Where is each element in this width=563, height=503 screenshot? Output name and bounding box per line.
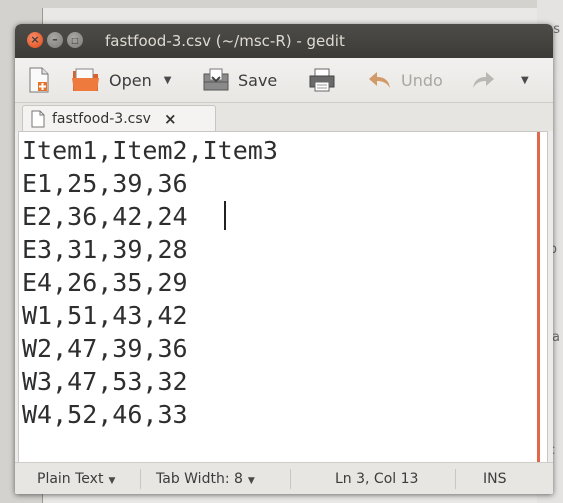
cursor-position: Ln 3, Col 13 [335, 471, 418, 487]
insert-mode-label: INS [483, 471, 507, 487]
chevron-down-icon: ▼ [247, 476, 255, 486]
editor-line: E3,31,39,28 [22, 235, 188, 264]
close-icon: × [30, 33, 40, 46]
insert-mode-indicator[interactable]: INS [483, 471, 507, 487]
text-cursor [224, 201, 226, 230]
text-editor[interactable]: Item1,Item2,Item3 E1,25,39,36 E2,36,42,2… [18, 131, 548, 463]
close-window-button[interactable]: × [27, 32, 43, 48]
status-separator [290, 469, 291, 489]
open-folder-icon [72, 68, 99, 91]
print-icon [309, 68, 335, 92]
editor-line: W2,47,39,36 [22, 334, 188, 363]
minimize-icon: – [52, 33, 58, 46]
new-document-button[interactable] [29, 66, 49, 94]
open-label: Open [109, 70, 152, 90]
print-button[interactable] [308, 66, 336, 94]
tab-label: fastfood-3.csv [52, 111, 151, 127]
tab-fastfood-3[interactable]: fastfood-3.csv × [22, 105, 216, 132]
new-document-icon [29, 67, 49, 93]
editor-line: E2,36,42,24 [22, 202, 188, 231]
window-title: fastfood-3.csv (~/msc-R) - gedit [105, 32, 345, 50]
editor-line: Item1,Item2,Item3 [22, 136, 278, 165]
title-bar[interactable]: × – □ fastfood-3.csv (~/msc-R) - gedit [15, 24, 553, 58]
minimize-window-button[interactable]: – [47, 32, 63, 48]
chevron-down-icon: ▼ [521, 74, 529, 86]
redo-button[interactable] [470, 66, 496, 94]
right-margin-line [537, 132, 540, 462]
language-selector[interactable]: Plain Text ▼ [37, 471, 115, 487]
undo-button[interactable]: Undo [367, 66, 443, 94]
open-button[interactable]: Open ▼ [71, 66, 171, 94]
editor-line: W1,51,43,42 [22, 301, 188, 330]
cursor-position-label: Ln 3, Col 13 [335, 471, 419, 487]
editor-line: E4,26,35,29 [22, 268, 188, 297]
maximize-window-button[interactable]: □ [67, 32, 83, 48]
open-dropdown-arrow-icon[interactable]: ▼ [164, 75, 172, 86]
text-document-icon [31, 110, 45, 128]
tab-width-selector[interactable]: Tab Width: 8 ▼ [156, 471, 255, 487]
toolbar-overflow-button[interactable]: ▼ [521, 66, 529, 94]
undo-icon [369, 72, 390, 88]
save-button[interactable]: Save [202, 66, 277, 94]
tab-width-label: Tab Width: 8 [156, 471, 243, 487]
redo-icon [473, 72, 494, 88]
tab-bar: fastfood-3.csv × [15, 103, 553, 132]
language-label: Plain Text [37, 471, 104, 487]
chevron-down-icon: ▼ [108, 476, 116, 486]
close-tab-icon[interactable]: × [164, 110, 177, 128]
save-label: Save [238, 70, 278, 90]
editor-line: W3,47,53,32 [22, 367, 188, 396]
toolbar: Open ▼ Save Undo ▼ [15, 58, 553, 103]
status-bar: Plain Text ▼ Tab Width: 8 ▼ Ln 3, Col 13 I… [15, 462, 553, 494]
save-icon [203, 68, 229, 91]
status-separator [140, 469, 141, 489]
editor-line: E1,25,39,36 [22, 169, 188, 198]
maximize-icon: □ [71, 36, 79, 45]
editor-line: W4,52,46,33 [22, 400, 188, 429]
gedit-window: × – □ fastfood-3.csv (~/msc-R) - gedit O… [15, 24, 553, 494]
undo-label: Undo [401, 70, 443, 90]
status-separator [455, 469, 456, 489]
